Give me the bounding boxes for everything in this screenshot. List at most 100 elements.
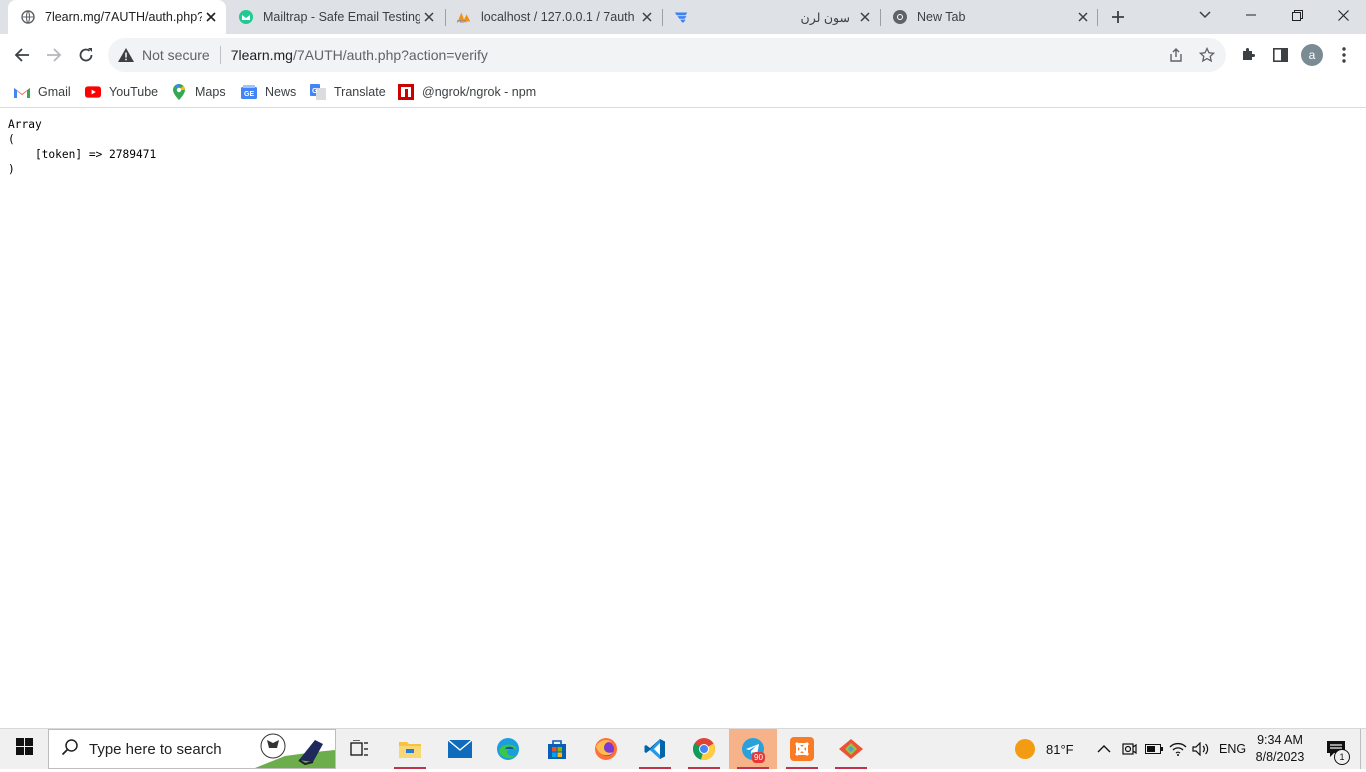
svg-text:GE: GE — [244, 91, 254, 98]
start-button[interactable] — [0, 729, 48, 769]
tab-title: 7learn.mg/7AUTH/auth.php? — [45, 10, 202, 24]
edge-icon[interactable] — [484, 729, 532, 769]
maps-icon — [171, 84, 187, 100]
clock-date: 8/8/2023 — [1255, 750, 1305, 764]
bookmark-gmail[interactable]: Gmail — [14, 82, 71, 102]
chrome-icon — [892, 9, 908, 25]
bookmark-news[interactable]: GE News — [241, 82, 296, 102]
restore-button[interactable] — [1274, 0, 1320, 30]
search-icon — [61, 738, 81, 760]
show-hidden-icons-button[interactable] — [1097, 729, 1111, 769]
bookmark-label: Translate — [334, 85, 386, 99]
bookmark-label: @ngrok/ngrok - npm — [422, 85, 537, 99]
side-panel-icon[interactable] — [1264, 39, 1296, 71]
chrome-taskbar-icon[interactable] — [680, 729, 728, 769]
tab-search-icon[interactable] — [1182, 0, 1228, 30]
git-gui-icon[interactable] — [827, 729, 875, 769]
windows-taskbar: Type here to search 90 81°F ENG 9:34 AM … — [0, 728, 1366, 769]
omnibox-divider — [219, 46, 221, 64]
svg-text:PMA: PMA — [457, 19, 467, 24]
npm-icon — [398, 84, 414, 100]
meet-now-icon[interactable] — [1121, 729, 1137, 769]
vscode-icon[interactable] — [631, 729, 679, 769]
phpmyadmin-icon: PMA — [456, 9, 472, 25]
clock-time: 9:34 AM — [1257, 733, 1303, 747]
close-tab-icon[interactable] — [638, 8, 656, 26]
warning-icon[interactable] — [118, 47, 134, 63]
firefox-icon[interactable] — [582, 729, 630, 769]
address-bar[interactable]: Not secure 7learn.mg/7AUTH/auth.php?acti… — [108, 38, 1226, 72]
clock[interactable]: 9:34 AM 8/8/2023 — [1255, 729, 1305, 769]
file-explorer-icon[interactable] — [386, 729, 434, 769]
translate-icon: G — [310, 84, 326, 100]
telegram-unread-badge: 90 — [752, 752, 765, 763]
youtube-icon — [85, 84, 101, 100]
tab-mailtrap[interactable]: Mailtrap - Safe Email Testing — [226, 0, 444, 34]
tab-phpmyadmin[interactable]: PMA localhost / 127.0.0.1 / 7auth / — [444, 0, 662, 34]
tab-title: Mailtrap - Safe Email Testing — [263, 10, 420, 24]
news-icon: GE — [241, 84, 257, 100]
extensions-icon[interactable] — [1232, 39, 1264, 71]
profile-avatar[interactable]: a — [1296, 39, 1328, 71]
mail-icon[interactable] — [436, 729, 484, 769]
security-status[interactable]: Not secure — [142, 47, 210, 63]
tab-new-tab[interactable]: New Tab — [880, 0, 1098, 34]
close-tab-icon[interactable] — [1074, 8, 1092, 26]
weather-sun-icon — [1014, 738, 1036, 760]
gmail-icon — [14, 84, 30, 100]
tab-7learn-auth[interactable]: 7learn.mg/7AUTH/auth.php? — [8, 0, 226, 34]
wifi-icon[interactable] — [1169, 729, 1187, 769]
svg-text:G: G — [312, 88, 318, 95]
mailtrap-icon — [238, 9, 254, 25]
tab-title: سون لرن — [800, 10, 850, 25]
page-content: Array ( [token] => 2789471 ) — [8, 117, 156, 177]
minimize-button[interactable] — [1228, 0, 1274, 30]
search-highlight-image[interactable] — [255, 730, 335, 768]
tab-title: New Tab — [917, 10, 966, 24]
forward-button[interactable] — [38, 39, 70, 71]
bookmarks-bar: Gmail YouTube Maps GE News G Translate @… — [0, 76, 1366, 108]
tab-title: localhost / 127.0.0.1 / 7auth / — [481, 10, 638, 24]
volume-icon[interactable] — [1192, 729, 1210, 769]
bookmark-label: YouTube — [109, 85, 159, 99]
notification-count-badge: 1 — [1334, 749, 1350, 765]
globe-icon — [20, 9, 36, 25]
share-icon[interactable] — [1168, 47, 1184, 63]
battery-icon[interactable] — [1145, 729, 1163, 769]
url-path: /7AUTH/auth.php?action=verify — [292, 47, 488, 63]
close-tab-icon[interactable] — [202, 8, 220, 26]
xampp-icon[interactable] — [778, 729, 826, 769]
php-array-output: Array ( [token] => 2789471 ) — [8, 118, 157, 176]
bookmark-maps[interactable]: Maps — [171, 82, 226, 102]
bookmark-translate[interactable]: G Translate — [310, 82, 386, 102]
weather-temperature: 81°F — [1046, 741, 1074, 757]
avatar-initial: a — [1301, 44, 1323, 66]
menu-kebab-icon[interactable] — [1328, 39, 1360, 71]
bookmark-label: News — [265, 85, 297, 99]
taskbar-search-box[interactable]: Type here to search — [48, 729, 336, 769]
bookmark-star-icon[interactable] — [1198, 46, 1216, 63]
new-tab-button[interactable] — [1098, 0, 1138, 34]
bookmark-label: Maps — [195, 85, 226, 99]
search-placeholder: Type here to search — [89, 740, 222, 758]
notification-center-button[interactable]: 1 — [1322, 729, 1350, 769]
windows-logo-icon — [15, 738, 33, 760]
bookmark-label: Gmail — [38, 85, 71, 99]
back-button[interactable] — [6, 39, 38, 71]
microsoft-store-icon[interactable] — [533, 729, 581, 769]
close-tab-icon[interactable] — [856, 8, 874, 26]
close-tab-icon[interactable] — [420, 8, 438, 26]
bookmark-ngrok-npm[interactable]: @ngrok/ngrok - npm — [398, 82, 536, 102]
task-view-icon[interactable] — [336, 729, 384, 769]
sevenlearn-icon — [674, 9, 690, 25]
input-language[interactable]: ENG — [1219, 729, 1246, 769]
tab-sevenlearn[interactable]: سون لرن — [662, 0, 880, 34]
weather-widget[interactable]: 81°F — [1014, 729, 1074, 769]
telegram-icon[interactable]: 90 — [729, 729, 777, 769]
close-window-button[interactable] — [1320, 0, 1366, 30]
show-desktop-button[interactable] — [1360, 729, 1366, 769]
reload-button[interactable] — [70, 39, 102, 71]
tab-strip: 7learn.mg/7AUTH/auth.php? Mailtrap - Saf… — [0, 0, 1366, 34]
bookmark-youtube[interactable]: YouTube — [85, 82, 158, 102]
url-host: 7learn.mg — [230, 47, 293, 63]
